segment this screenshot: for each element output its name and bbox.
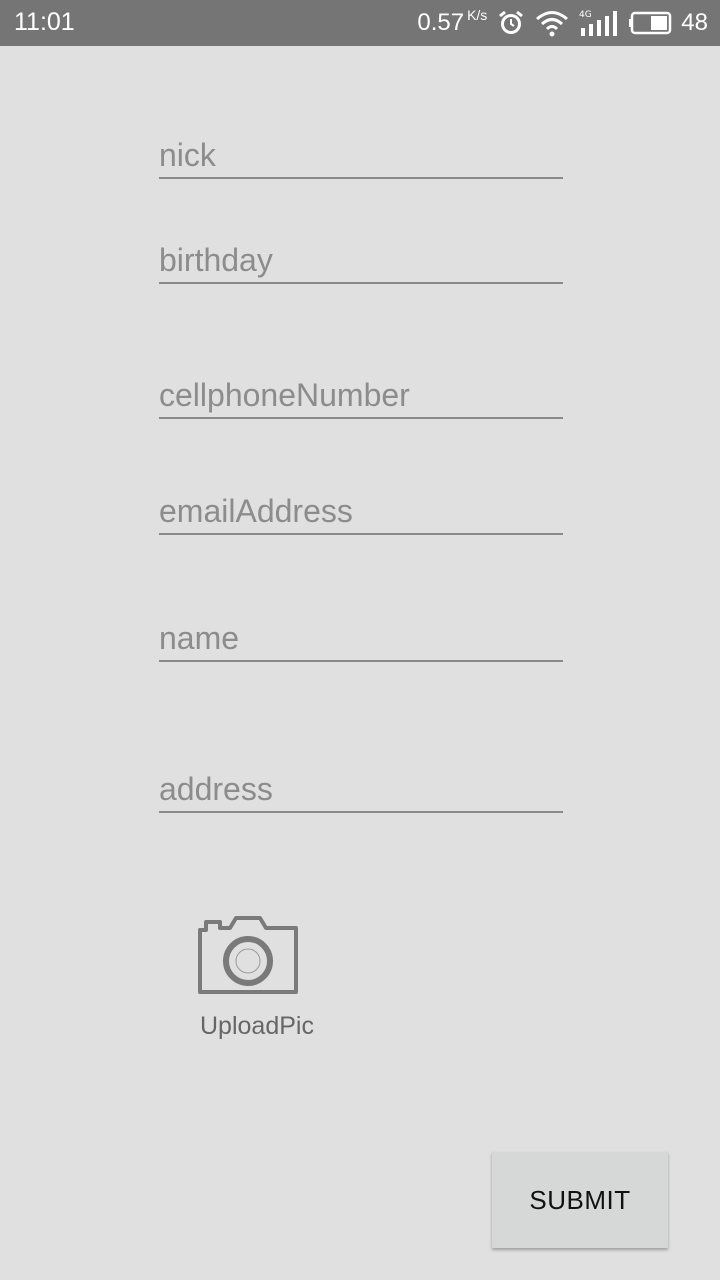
alarm-icon (497, 9, 525, 37)
cellphone-input[interactable] (159, 373, 563, 417)
cellphone-field (159, 373, 563, 419)
screen: 11:01 0.57 K/s 4G 48 nick birthday cellp… (0, 0, 720, 1280)
network-speed-value: 0.57 (417, 9, 465, 36)
upload-pic-label: UploadPic (200, 1012, 314, 1040)
cellular-signal-icon: 4G (579, 8, 619, 38)
submit-button[interactable]: SUBMIT (492, 1152, 668, 1248)
network-speed: 0.57 K/s (417, 7, 488, 37)
name-field (159, 616, 563, 662)
name-input[interactable] (159, 616, 563, 660)
email-input[interactable] (159, 489, 563, 533)
battery-level: 48 (681, 9, 708, 36)
address-field (159, 767, 563, 813)
status-bar: 11:01 0.57 K/s 4G 48 (0, 0, 720, 46)
status-time: 11:01 (14, 8, 75, 36)
address-input[interactable] (159, 767, 563, 811)
nick-field (159, 133, 563, 179)
status-icons: 0.57 K/s 4G 48 (417, 0, 708, 46)
email-field (159, 489, 563, 535)
birthday-input[interactable] (159, 238, 563, 282)
birthday-field (159, 238, 563, 284)
upload-pic-button[interactable]: UploadPic (196, 912, 336, 1042)
wifi-icon (535, 9, 569, 37)
network-type-label: 4G (579, 10, 592, 20)
battery-icon (629, 10, 675, 36)
network-speed-unit: K/s (467, 7, 488, 23)
camera-icon (198, 916, 298, 994)
nick-input[interactable] (159, 133, 563, 177)
